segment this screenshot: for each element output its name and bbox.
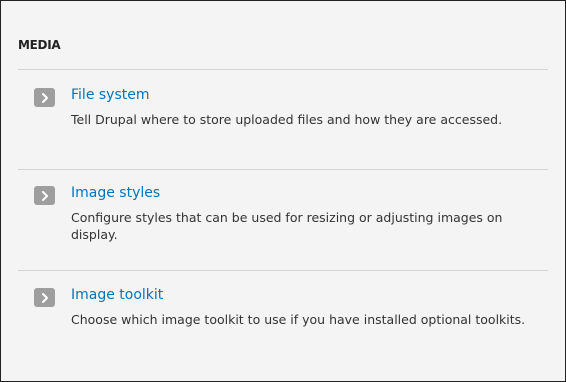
file-system-link[interactable]: File system xyxy=(71,87,150,103)
divider xyxy=(18,69,548,70)
media-panel: MEDIA File system Tell Drupal where to s… xyxy=(0,0,566,382)
chevron-right-icon xyxy=(34,288,55,307)
chevron-right-icon xyxy=(34,88,55,107)
file-system-description: Tell Drupal where to store uploaded file… xyxy=(71,112,503,127)
image-styles-description: Configure styles that can be used for re… xyxy=(71,210,503,242)
image-toolkit-description: Choose which image toolkit to use if you… xyxy=(71,312,526,327)
panel-title: MEDIA xyxy=(18,38,61,52)
chevron-right-icon xyxy=(34,186,55,205)
divider xyxy=(18,270,548,271)
divider xyxy=(18,169,548,170)
image-toolkit-link[interactable]: Image toolkit xyxy=(71,287,163,303)
image-styles-link[interactable]: Image styles xyxy=(71,185,160,201)
